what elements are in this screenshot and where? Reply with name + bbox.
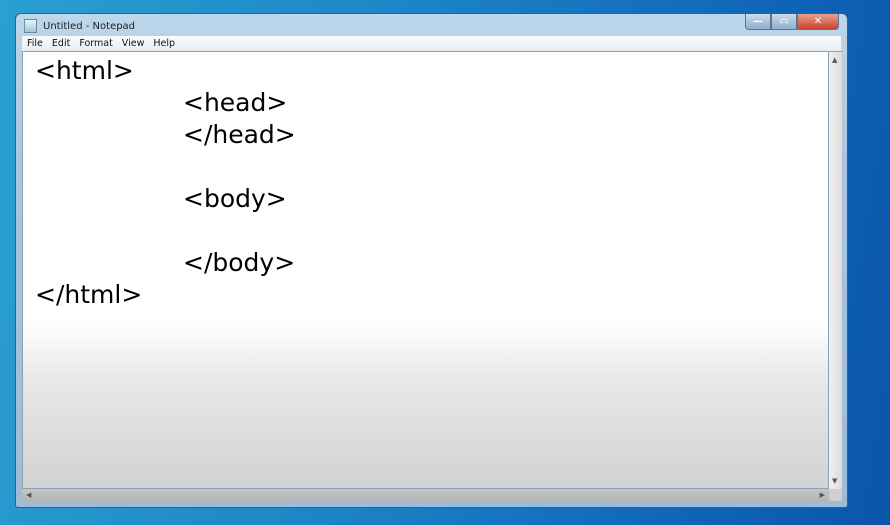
- menu-file[interactable]: File: [27, 38, 43, 49]
- editor-line: </body>: [183, 248, 296, 277]
- menu-help[interactable]: Help: [153, 38, 175, 49]
- scroll-down-arrow-icon[interactable]: ▼: [832, 477, 837, 485]
- notepad-window: Untitled - Notepad — ▭ ✕ File Edit Forma…: [15, 13, 848, 508]
- editor-line: <html>: [35, 56, 134, 85]
- resize-grip-icon[interactable]: [829, 489, 842, 501]
- editor-line: <body>: [183, 184, 287, 213]
- menu-view[interactable]: View: [122, 38, 145, 49]
- menu-edit[interactable]: Edit: [52, 38, 70, 49]
- scroll-up-arrow-icon[interactable]: ▲: [832, 56, 837, 64]
- vertical-scrollbar[interactable]: ▲ ▼: [829, 51, 842, 489]
- minimize-button[interactable]: —: [745, 14, 771, 30]
- notepad-icon: [24, 19, 37, 33]
- text-editor[interactable]: <html> <head> </head> <body> </body> </html>: [22, 51, 829, 489]
- window-title: Untitled - Notepad: [43, 20, 136, 32]
- close-button[interactable]: ✕: [797, 14, 839, 30]
- editor-line: </html>: [35, 280, 143, 309]
- title-bar: Untitled - Notepad: [24, 17, 135, 35]
- editor-line: </head>: [183, 120, 296, 149]
- horizontal-scrollbar[interactable]: ◀ ▶: [22, 489, 829, 501]
- menu-bar: File Edit Format View Help: [22, 36, 841, 51]
- maximize-button[interactable]: ▭: [771, 14, 797, 30]
- editor-text[interactable]: <html> <head> </head> <body> </body> </html>: [35, 55, 296, 311]
- scroll-left-arrow-icon[interactable]: ◀: [26, 491, 31, 499]
- scroll-right-arrow-icon[interactable]: ▶: [820, 491, 825, 499]
- menu-format[interactable]: Format: [79, 38, 112, 49]
- editor-line: <head>: [183, 88, 288, 117]
